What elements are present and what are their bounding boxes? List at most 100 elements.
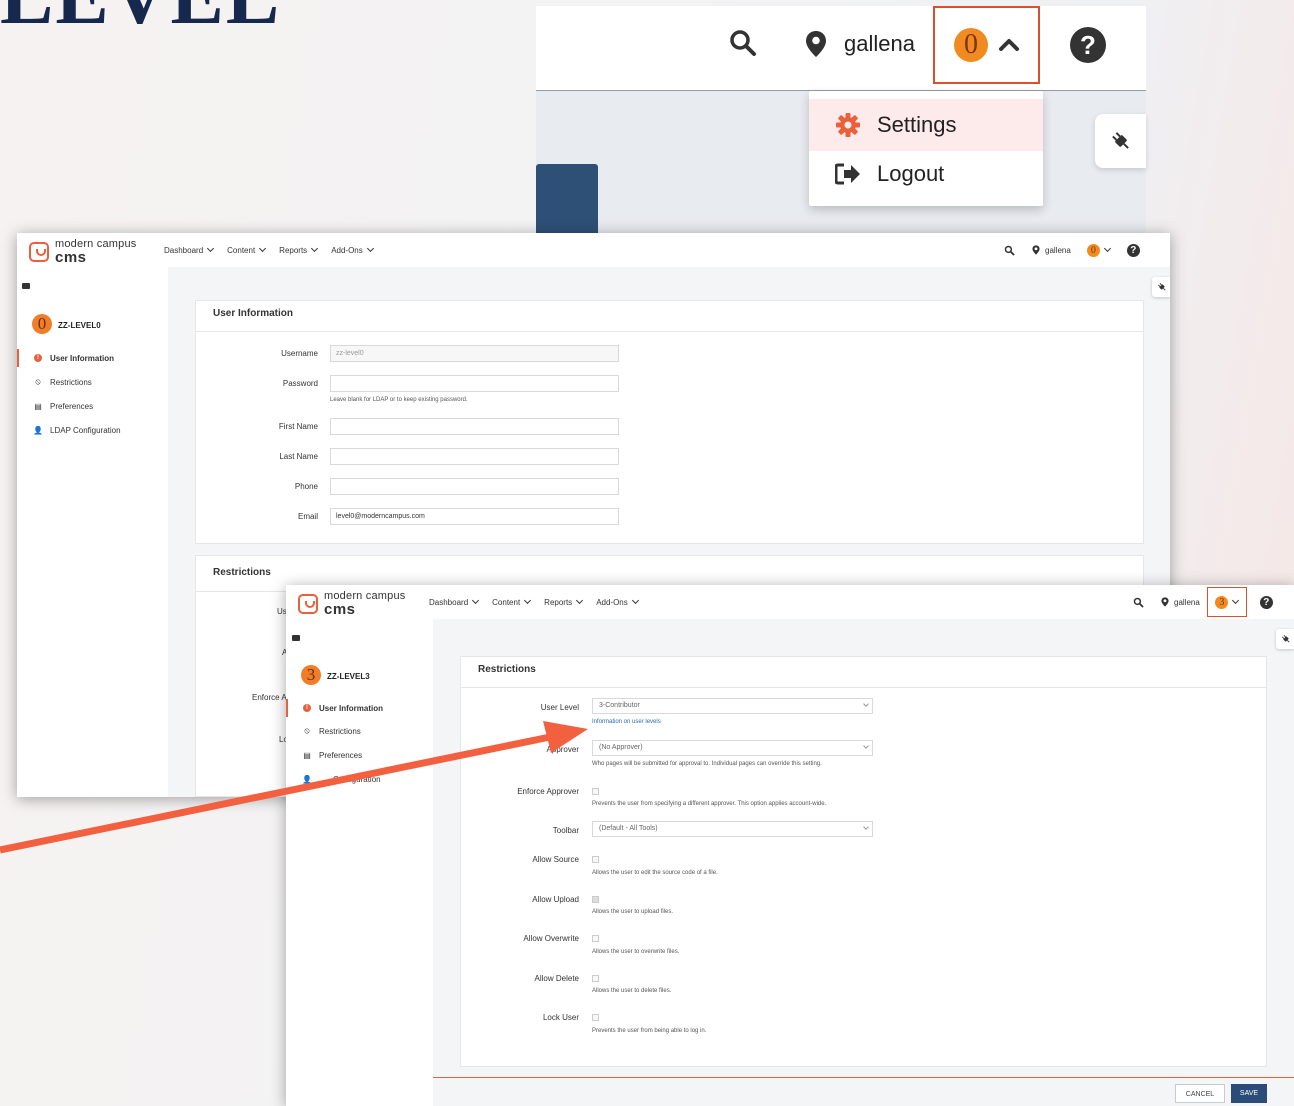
user-name: ZZ-LEVEL0 — [58, 321, 101, 330]
allow-overwrite-label: Allow Overwrite — [523, 934, 579, 943]
sidebar: 3 ZZ-LEVEL3 ! User Information ⦸ Restric… — [286, 619, 434, 1106]
map-pin-icon — [1161, 597, 1169, 607]
plugin-tab[interactable] — [1152, 277, 1170, 297]
user-level-select[interactable]: 3-Contributor — [592, 698, 873, 714]
save-button[interactable]: SAVE — [1231, 1084, 1267, 1103]
menu-add-ons[interactable]: Add-Ons — [331, 244, 374, 255]
main-menu: Dashboard Content Reports Add-Ons — [429, 585, 652, 619]
first-name-field[interactable] — [330, 418, 619, 435]
footer-divider — [433, 1077, 1294, 1078]
allow-source-label: Allow Source — [532, 855, 579, 864]
nav-right: gallena 0 ? — [1004, 233, 1140, 267]
sign-out-icon — [833, 163, 863, 185]
allow-source-checkbox[interactable] — [592, 856, 599, 863]
toolbox-icon: ▤ — [34, 401, 42, 411]
allow-delete-help: Allows the user to delete files. — [592, 988, 672, 994]
last-name-field[interactable] — [330, 448, 619, 465]
chevron-down-icon — [631, 596, 639, 605]
username-field[interactable]: zz-level0 — [330, 345, 619, 362]
top-navigation: modern campus cms Dashboard Content Repo… — [17, 233, 1170, 268]
lock-user-label: Lock User — [542, 1013, 579, 1022]
username-label: Username — [281, 349, 318, 358]
allow-overwrite-help: Allows the user to overwrite files. — [592, 949, 680, 955]
menu-item-logout[interactable]: Logout — [809, 148, 1043, 200]
folder-icon[interactable] — [292, 635, 300, 641]
help-icon[interactable]: ? — [1070, 27, 1106, 63]
chevron-down-icon — [576, 596, 584, 605]
menu-item-settings-label: Settings — [877, 112, 957, 137]
allow-delete-checkbox[interactable] — [592, 975, 599, 982]
menu-add-ons[interactable]: Add-Ons — [596, 596, 639, 607]
chevron-up-icon[interactable] — [998, 34, 1020, 61]
menu-content[interactable]: Content — [227, 244, 267, 255]
menu-reports[interactable]: Reports — [279, 244, 319, 255]
username-label[interactable]: gallena — [1174, 598, 1200, 607]
plugin-tab[interactable] — [1276, 629, 1294, 649]
menu-content[interactable]: Content — [492, 596, 532, 607]
plug-icon — [1157, 282, 1166, 291]
search-icon[interactable] — [728, 28, 758, 63]
lock-user-checkbox[interactable] — [592, 1014, 599, 1021]
user-levels-info-link[interactable]: Information on user levels — [592, 719, 661, 725]
logo-line2: cms — [55, 249, 87, 266]
user-level-badge[interactable]: 0 — [954, 28, 988, 62]
card-title: Restrictions — [213, 567, 271, 578]
logo-mark-icon — [298, 594, 318, 614]
user-level-badge[interactable]: 3 — [1215, 595, 1229, 609]
enforce-approver-checkbox[interactable] — [592, 788, 599, 795]
nav-right: gallena 3 ? — [1133, 585, 1273, 619]
sidebar-item-user-information[interactable]: ! User Information — [286, 699, 433, 717]
allow-overwrite-checkbox[interactable] — [592, 935, 599, 942]
email-label: Email — [297, 512, 318, 521]
chevron-down-icon — [863, 701, 869, 707]
chevron-down-icon[interactable] — [1232, 596, 1240, 605]
username-label[interactable]: gallena — [844, 31, 915, 57]
sidebar-item-user-information[interactable]: ! User Information — [17, 349, 168, 367]
menu-reports[interactable]: Reports — [544, 596, 584, 607]
sidebar-item-restrictions[interactable]: ⦸ Restrictions — [17, 375, 168, 389]
enforce-approver-help: Prevents the user from specifying a diff… — [592, 801, 827, 807]
cms-logo[interactable]: modern campus cms — [29, 239, 136, 265]
top-navigation: modern campus cms Dashboard Content Repo… — [286, 585, 1294, 620]
sidebar-item-preferences[interactable]: ▤ Preferences — [286, 748, 433, 762]
main-menu: Dashboard Content Reports Add-Ons — [164, 233, 387, 267]
chevron-down-icon[interactable] — [1103, 244, 1111, 253]
sidebar-item-configuration[interactable]: 👤 Configuration — [286, 772, 433, 786]
user-avatar-badge: 3 — [301, 665, 321, 685]
map-pin-icon — [805, 30, 827, 63]
user-level-badge[interactable]: 0 — [1086, 243, 1100, 257]
plugin-tab[interactable] — [1095, 114, 1146, 168]
allow-upload-checkbox[interactable] — [592, 896, 599, 903]
phone-field[interactable] — [330, 478, 619, 495]
menu-item-settings[interactable]: Settings — [809, 99, 1043, 151]
search-icon[interactable] — [1133, 597, 1144, 608]
menu-dashboard[interactable]: Dashboard — [164, 244, 215, 255]
highlight-box: 3 — [1206, 587, 1247, 617]
folder-icon[interactable] — [22, 283, 30, 289]
email-field[interactable]: level0@moderncampus.com — [330, 508, 619, 525]
zoomed-header-bar — [536, 6, 1146, 91]
sidebar-item-ldap-configuration[interactable]: 👤 LDAP Configuration — [17, 423, 168, 437]
approver-select[interactable]: (No Approver) — [592, 740, 873, 756]
ban-icon: ⦸ — [304, 726, 310, 735]
card-title: User Information — [213, 308, 294, 319]
card-title: Restrictions — [478, 664, 536, 675]
chevron-down-icon — [863, 824, 869, 830]
chevron-down-icon — [472, 596, 480, 605]
cms-logo[interactable]: modern campus cms — [298, 591, 405, 617]
phone-label: Phone — [294, 482, 318, 491]
sidebar-item-restrictions[interactable]: ⦸ Restrictions — [286, 724, 433, 738]
password-field[interactable] — [330, 375, 619, 392]
cancel-button[interactable]: CANCEL — [1175, 1084, 1225, 1103]
chevron-down-icon — [311, 244, 319, 253]
info-icon: ! — [303, 704, 311, 712]
user-level-label: User Level — [540, 703, 579, 712]
sidebar-item-preferences[interactable]: ▤ Preferences — [17, 399, 168, 413]
help-icon[interactable]: ? — [1126, 243, 1140, 257]
info-icon: ! — [34, 354, 42, 362]
menu-dashboard[interactable]: Dashboard — [429, 596, 480, 607]
username-label[interactable]: gallena — [1045, 246, 1071, 255]
toolbar-select[interactable]: (Default - All Tools) — [592, 821, 873, 837]
search-icon[interactable] — [1004, 245, 1015, 256]
help-icon[interactable]: ? — [1259, 595, 1273, 609]
